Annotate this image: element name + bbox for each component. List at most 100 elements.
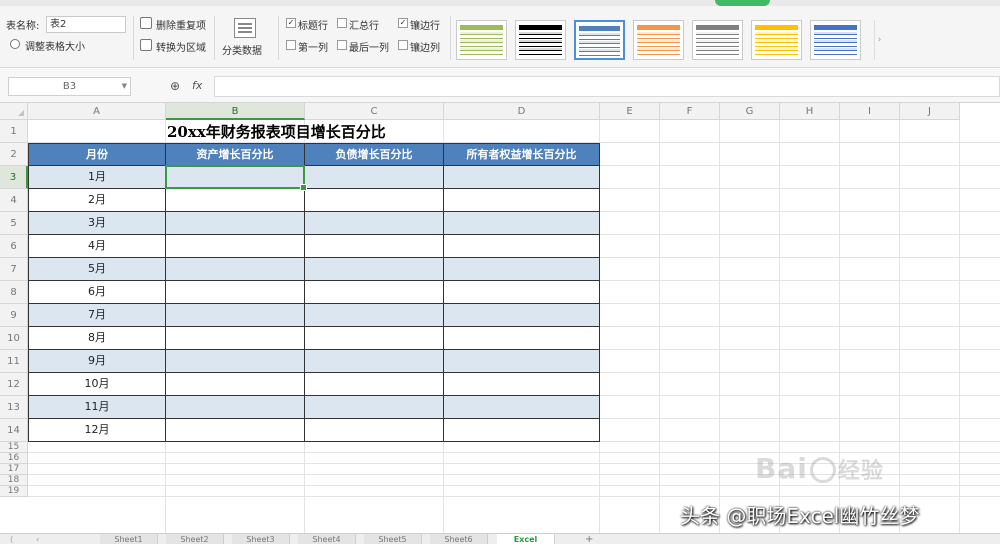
column-header-d[interactable]: D (444, 103, 600, 120)
formula-input[interactable] (214, 76, 1000, 97)
table-cell[interactable] (305, 235, 444, 258)
add-sheet-icon[interactable]: + (585, 534, 593, 544)
table-cell[interactable] (305, 258, 444, 281)
prev-sheet-arrow-icon[interactable]: ‹ (36, 534, 39, 544)
sheet-tab-active[interactable]: Excel (497, 534, 555, 544)
column-header-e[interactable]: E (600, 103, 660, 120)
table-title[interactable]: 20xx年财务报表项目增长百分比 (167, 121, 386, 143)
table-cell[interactable] (444, 189, 600, 212)
row-header-14[interactable]: 14 (0, 419, 28, 442)
sheet-tab[interactable]: Sheet5 (364, 534, 422, 544)
table-cell[interactable] (166, 281, 305, 304)
zoom-icon[interactable]: ⊕ (170, 79, 180, 93)
row-header-16[interactable]: 16 (0, 453, 28, 464)
table-cell[interactable] (305, 281, 444, 304)
month-cell[interactable]: 1月 (28, 166, 166, 189)
column-header-i[interactable]: I (840, 103, 900, 120)
convert-to-range-button[interactable]: 转换为区域 (156, 39, 206, 54)
table-cell[interactable] (444, 212, 600, 235)
month-cell[interactable]: 4月 (28, 235, 166, 258)
row-header-6[interactable]: 6 (0, 235, 28, 258)
row-header-8[interactable]: 8 (0, 281, 28, 304)
row-header-13[interactable]: 13 (0, 396, 28, 419)
month-cell[interactable]: 5月 (28, 258, 166, 281)
table-cell[interactable] (305, 419, 444, 442)
table-cell[interactable] (444, 281, 600, 304)
row-header-17[interactable]: 17 (0, 464, 28, 475)
table-style-swatch[interactable] (751, 20, 802, 60)
gallery-scroll-icon[interactable]: › (874, 20, 884, 60)
table-cell[interactable] (166, 189, 305, 212)
column-header-h[interactable]: H (780, 103, 840, 120)
month-cell[interactable]: 9月 (28, 350, 166, 373)
table-cell[interactable] (305, 350, 444, 373)
remove-duplicates-button[interactable]: 删除重复项 (156, 17, 206, 32)
table-name-input[interactable]: 表2 (46, 16, 126, 33)
header-row-checkbox[interactable]: ✓ (286, 18, 296, 28)
table-style-swatch[interactable] (574, 20, 625, 60)
table-cell[interactable] (444, 350, 600, 373)
row-header-5[interactable]: 5 (0, 212, 28, 235)
table-cell[interactable] (166, 327, 305, 350)
sheet-tab[interactable]: Sheet2 (166, 534, 224, 544)
table-cell[interactable] (444, 304, 600, 327)
row-header-1[interactable]: 1 (0, 120, 28, 143)
sheet-tab[interactable]: Sheet4 (298, 534, 356, 544)
column-header-f[interactable]: F (660, 103, 720, 120)
row-header-12[interactable]: 12 (0, 373, 28, 396)
table-cell[interactable] (166, 212, 305, 235)
table-cell[interactable] (305, 189, 444, 212)
table-header-cell[interactable]: 资产增长百分比 (166, 143, 305, 166)
table-style-swatch[interactable] (515, 20, 566, 60)
row-header-9[interactable]: 9 (0, 304, 28, 327)
table-cell[interactable] (166, 304, 305, 327)
banded-rows-checkbox[interactable]: ✓ (398, 18, 408, 28)
row-header-15[interactable]: 15 (0, 442, 28, 453)
table-cell[interactable] (444, 373, 600, 396)
month-cell[interactable]: 10月 (28, 373, 166, 396)
column-header-j[interactable]: J (900, 103, 960, 120)
column-header-a[interactable]: A (28, 103, 166, 120)
month-cell[interactable]: 8月 (28, 327, 166, 350)
table-cell[interactable] (166, 396, 305, 419)
resize-table-button[interactable]: 调整表格大小 (25, 38, 85, 53)
table-cell[interactable] (305, 373, 444, 396)
table-cell[interactable] (444, 327, 600, 350)
table-cell[interactable] (305, 166, 444, 189)
column-header-g[interactable]: G (720, 103, 780, 120)
table-style-swatch[interactable] (810, 20, 861, 60)
table-style-swatch[interactable] (692, 20, 743, 60)
first-sheet-arrow-icon[interactable]: ⟨ (10, 534, 13, 544)
row-header-3[interactable]: 3 (0, 166, 28, 189)
row-header-10[interactable]: 10 (0, 327, 28, 350)
month-cell[interactable]: 12月 (28, 419, 166, 442)
month-cell[interactable]: 3月 (28, 212, 166, 235)
table-cell[interactable] (444, 235, 600, 258)
table-style-swatch[interactable] (633, 20, 684, 60)
row-header-7[interactable]: 7 (0, 258, 28, 281)
table-cell[interactable] (166, 350, 305, 373)
table-cell[interactable] (305, 327, 444, 350)
name-box[interactable]: B3 ▼ (8, 77, 131, 96)
select-all-corner[interactable] (0, 103, 28, 120)
table-cell[interactable] (444, 396, 600, 419)
banded-columns-checkbox[interactable] (398, 40, 408, 50)
table-cell[interactable] (444, 419, 600, 442)
month-cell[interactable]: 11月 (28, 396, 166, 419)
table-cell[interactable] (305, 212, 444, 235)
fold-data-button[interactable]: 分类数据 (222, 42, 262, 57)
table-cell[interactable] (166, 419, 305, 442)
table-cell[interactable] (305, 304, 444, 327)
month-cell[interactable]: 6月 (28, 281, 166, 304)
row-header-19[interactable]: 19 (0, 486, 28, 497)
table-header-cell[interactable]: 负债增长百分比 (305, 143, 444, 166)
table-cell[interactable] (444, 258, 600, 281)
month-cell[interactable]: 2月 (28, 189, 166, 212)
sheet-tab[interactable]: Sheet6 (430, 534, 488, 544)
row-header-18[interactable]: 18 (0, 475, 28, 486)
table-cell[interactable] (166, 258, 305, 281)
table-style-swatch[interactable] (456, 20, 507, 60)
table-cell[interactable] (305, 396, 444, 419)
last-column-checkbox[interactable] (337, 40, 347, 50)
first-column-checkbox[interactable] (286, 40, 296, 50)
